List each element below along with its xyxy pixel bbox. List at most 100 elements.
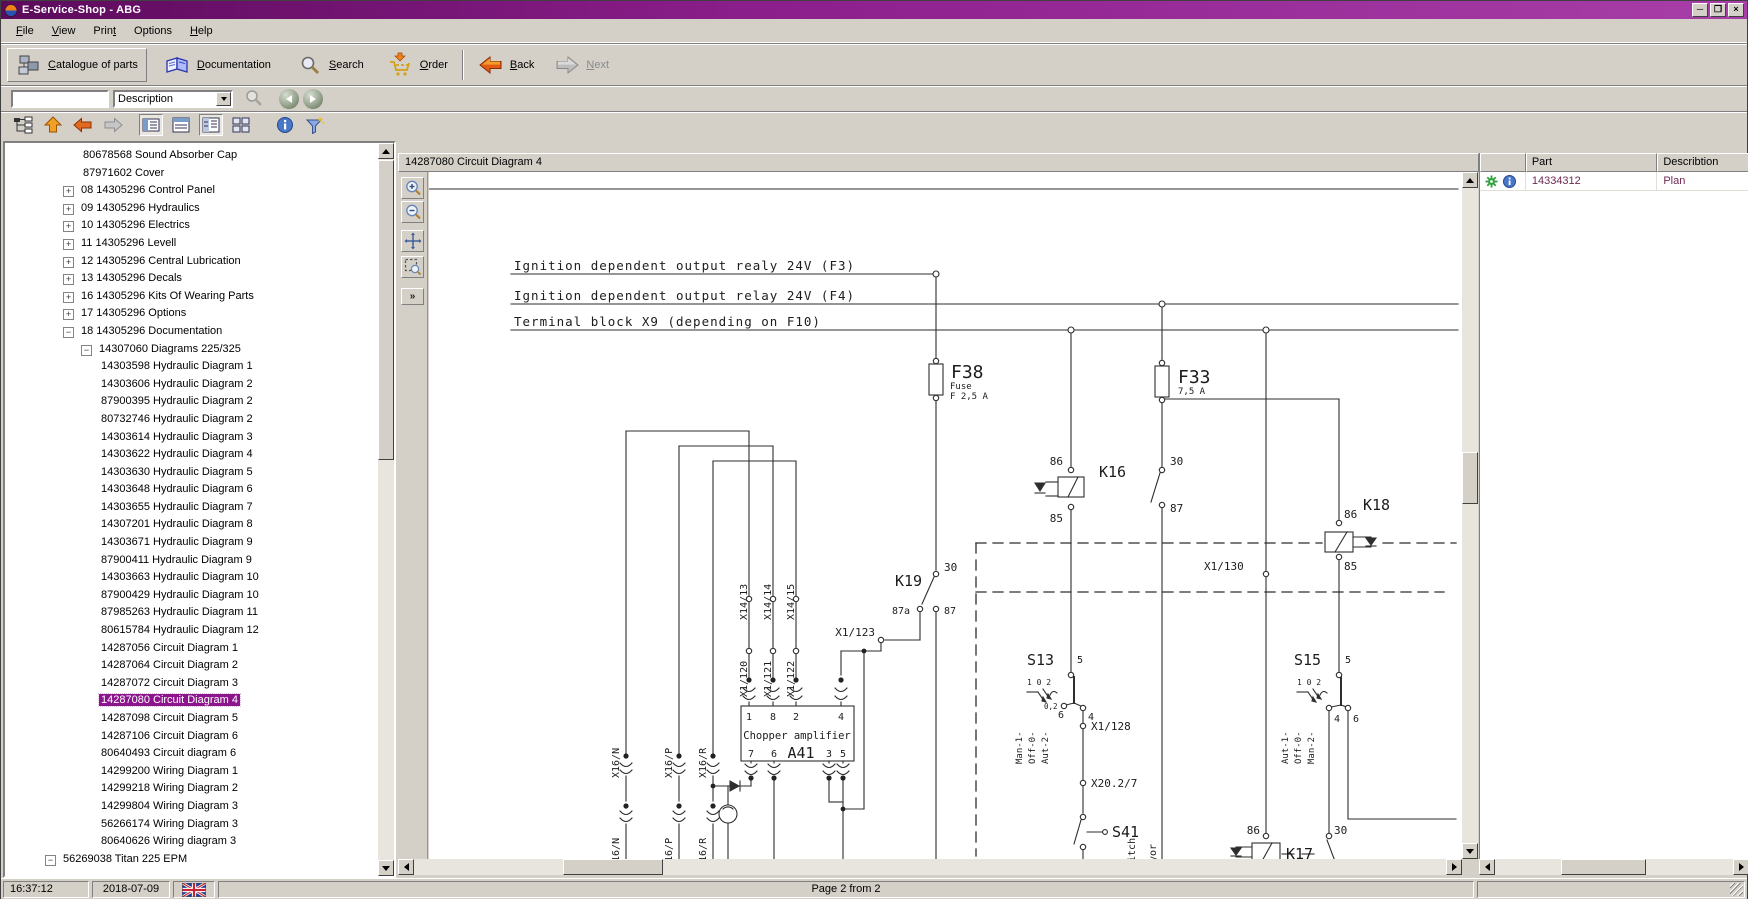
tree-item[interactable]: +11 14305296 Levell: [5, 235, 378, 253]
filter-button[interactable]: [303, 114, 327, 136]
header-description-column[interactable]: Describtion: [1657, 153, 1748, 172]
tree-item[interactable]: +10 14305296 Electrics: [5, 217, 378, 235]
resize-grip[interactable]: [1730, 883, 1743, 896]
diagram-vertical-scrollbar[interactable]: [1462, 172, 1478, 859]
menu-options[interactable]: Options: [125, 22, 181, 40]
tree-expander[interactable]: −: [45, 855, 56, 866]
tree-item[interactable]: 87985263 Hydraulic Diagram 11: [5, 604, 378, 622]
tree-item[interactable]: +12 14305296 Central Lubrication: [5, 253, 378, 271]
documentation-button[interactable]: Documentation: [155, 48, 279, 82]
tree-item[interactable]: −56269038 Titan 225 EPM: [5, 851, 378, 869]
search-input[interactable]: [11, 90, 109, 108]
tree-item[interactable]: 80640626 Wiring diagram 3: [5, 833, 378, 851]
tree-item[interactable]: 14287056 Circuit Diagram 1: [5, 640, 378, 658]
go-up-button[interactable]: [41, 114, 65, 136]
tree-item[interactable]: 14299200 Wiring Diagram 1: [5, 763, 378, 781]
tree-item[interactable]: −14307060 Diagrams 225/325: [5, 341, 378, 359]
info-button[interactable]: [273, 114, 297, 136]
run-search-icon[interactable]: [243, 88, 265, 110]
info-icon[interactable]: [1503, 175, 1516, 188]
tree-item[interactable]: +09 14305296 Hydraulics: [5, 200, 378, 218]
diagram-canvas[interactable]: Ignition dependent output realy 24V (F3)…: [429, 172, 1462, 859]
tree-item[interactable]: 14303655 Hydraulic Diagram 7: [5, 499, 378, 517]
tree-item[interactable]: 14287080 Circuit Diagram 4: [5, 692, 378, 710]
tree-item[interactable]: 80678568 Sound Absorber Cap: [5, 147, 378, 165]
tree-item[interactable]: +13 14305296 Decals: [5, 270, 378, 288]
tree-scroll-thumb[interactable]: [378, 160, 394, 460]
part-number[interactable]: 14334312: [1526, 172, 1658, 190]
tree-expander[interactable]: +: [63, 292, 74, 303]
tree-item[interactable]: +08 14305296 Control Panel: [5, 182, 378, 200]
tree-item[interactable]: 14303671 Hydraulic Diagram 9: [5, 534, 378, 552]
tree-item[interactable]: 80640493 Circuit diagram 6: [5, 745, 378, 763]
tree-item[interactable]: +17 14305296 Options: [5, 305, 378, 323]
search-filter-combobox[interactable]: Description: [113, 90, 233, 108]
status-language-cell[interactable]: [173, 881, 215, 898]
history-back-button[interactable]: [279, 89, 299, 109]
view-tiles-toggle[interactable]: [229, 114, 253, 136]
tree-item[interactable]: 14303648 Hydraulic Diagram 6: [5, 481, 378, 499]
tree-structure-button[interactable]: [11, 114, 35, 136]
menu-view[interactable]: View: [43, 22, 85, 40]
menu-print[interactable]: Print: [84, 22, 125, 40]
tree-expander[interactable]: +: [63, 257, 74, 268]
zoom-out-button[interactable]: [401, 201, 424, 223]
tree-item[interactable]: 14299218 Wiring Diagram 2: [5, 780, 378, 798]
tree-expander[interactable]: +: [63, 274, 74, 285]
tree-expander[interactable]: −: [63, 327, 74, 338]
view-split-toggle[interactable]: [199, 114, 223, 136]
tree-expander[interactable]: +: [63, 309, 74, 320]
tree-vertical-scrollbar[interactable]: [378, 143, 394, 876]
tree-expander[interactable]: +: [63, 186, 74, 197]
parts-horizontal-scrollbar[interactable]: [1479, 859, 1748, 875]
tree-item[interactable]: 14287072 Circuit Diagram 3: [5, 675, 378, 693]
tree-item[interactable]: 14303663 Hydraulic Diagram 10: [5, 569, 378, 587]
pan-button[interactable]: [401, 230, 424, 252]
tree-expander[interactable]: +: [63, 221, 74, 232]
tree-item[interactable]: 14303630 Hydraulic Diagram 5: [5, 464, 378, 482]
tree-item[interactable]: 56266174 Wiring Diagram 3: [5, 816, 378, 834]
search-button[interactable]: Search: [289, 48, 372, 82]
view-list-toggle[interactable]: [139, 114, 163, 136]
header-part-column[interactable]: Part: [1526, 153, 1658, 172]
zoom-rect-button[interactable]: [401, 256, 424, 278]
diagram-horizontal-scrollbar[interactable]: [398, 859, 1462, 875]
tree-item[interactable]: 14303598 Hydraulic Diagram 1: [5, 358, 378, 376]
tree-item[interactable]: 87900395 Hydraulic Diagram 2: [5, 393, 378, 411]
tree-item[interactable]: 14303614 Hydraulic Diagram 3: [5, 429, 378, 447]
tree-item[interactable]: 14287106 Circuit Diagram 6: [5, 728, 378, 746]
order-button[interactable]: Order: [378, 48, 456, 82]
diagram-vscroll-thumb[interactable]: [1462, 452, 1478, 504]
title-bar[interactable]: E-Service-Shop - ABG ─ ❐ ×: [1, 1, 1747, 19]
menu-help[interactable]: Help: [181, 22, 222, 40]
palette-expand-button[interactable]: »: [401, 288, 424, 305]
tree-item[interactable]: 14303606 Hydraulic Diagram 2: [5, 376, 378, 394]
view-horizontal-toggle[interactable]: [169, 114, 193, 136]
tree-expander[interactable]: +: [63, 204, 74, 215]
diagram-hscroll-thumb[interactable]: [563, 859, 663, 875]
tree-item[interactable]: 14303622 Hydraulic Diagram 4: [5, 446, 378, 464]
zoom-in-button[interactable]: [401, 177, 424, 199]
tree-item[interactable]: 87971602 Cover: [5, 165, 378, 183]
parts-table-row[interactable]: 14334312 Plan: [1480, 172, 1748, 191]
minimize-button[interactable]: ─: [1692, 3, 1708, 17]
tree-item[interactable]: 87900429 Hydraulic Diagram 10: [5, 587, 378, 605]
combo-dropdown-button[interactable]: [216, 92, 231, 106]
tree-expander[interactable]: −: [81, 345, 92, 356]
tree-item[interactable]: 87900411 Hydraulic Diagram 9: [5, 552, 378, 570]
tree-item[interactable]: 80732746 Hydraulic Diagram 2: [5, 411, 378, 429]
tree-item[interactable]: +16 14305296 Kits Of Wearing Parts: [5, 288, 378, 306]
parts-hscroll-thumb[interactable]: [1561, 859, 1646, 875]
tree-item[interactable]: 14307201 Hydraulic Diagram 8: [5, 516, 378, 534]
tree-item[interactable]: 14287098 Circuit Diagram 5: [5, 710, 378, 728]
tree-item[interactable]: 14299804 Wiring Diagram 3: [5, 798, 378, 816]
tree-expander[interactable]: +: [63, 239, 74, 250]
maximize-button[interactable]: ❐: [1710, 3, 1726, 17]
menu-file[interactable]: File: [7, 22, 43, 40]
tree-item[interactable]: 80615784 Hydraulic Diagram 12: [5, 622, 378, 640]
history-forward-button[interactable]: [303, 89, 323, 109]
tree-item[interactable]: −18 14305296 Documentation: [5, 323, 378, 341]
go-previous-button[interactable]: [71, 114, 95, 136]
close-button[interactable]: ×: [1728, 3, 1744, 17]
header-icons-column[interactable]: [1480, 153, 1526, 172]
